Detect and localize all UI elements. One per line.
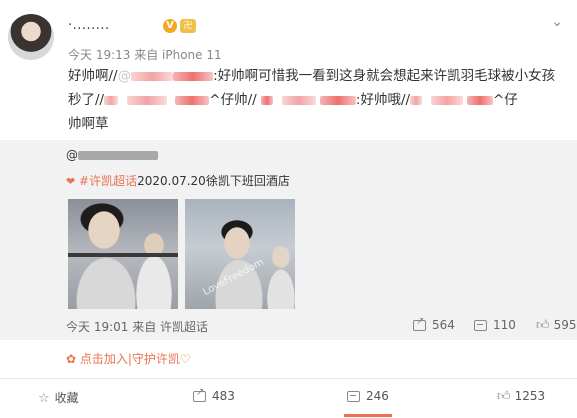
text-seg-2: :好帅啊可惜我一看到这身就会想起来许凯羽毛球被小女孩 <box>213 68 556 84</box>
comment-icon <box>347 391 360 402</box>
share-icon <box>413 316 426 331</box>
topic-tag-link[interactable]: #许凯超话 <box>79 174 137 188</box>
redacted-mask <box>173 71 214 81</box>
share-button[interactable]: 483 <box>193 387 235 403</box>
text-seg-1: 好帅啊// <box>68 68 118 84</box>
text-seg-3: 秒了// <box>68 92 105 108</box>
repost-comment-button[interactable]: 110 <box>474 318 516 332</box>
redacted-username <box>78 151 158 160</box>
post-meta: 今天 19:13 来自 iPhone 11 <box>68 48 222 62</box>
text-seg-7: 帅啊草 <box>68 116 109 132</box>
redacted-mask <box>410 95 423 105</box>
star-icon: ☆ <box>38 391 50 406</box>
flower-icon: ✿ <box>66 352 77 366</box>
level-badge-icon: 卍 <box>180 19 196 33</box>
username[interactable]: ·........ <box>68 18 110 33</box>
redacted-mask <box>261 95 274 105</box>
repost-like-count: 595 <box>553 318 577 332</box>
comment-button[interactable]: 246 <box>347 389 389 403</box>
repost-text: ❤ #许凯超话2020.07.20徐凯下班回酒店 <box>66 172 290 189</box>
comment-count: 246 <box>366 389 389 403</box>
comment-icon <box>474 320 487 331</box>
repost-like-button[interactable]: 👍︎ 595 <box>536 318 577 333</box>
photo-1[interactable] <box>68 199 178 309</box>
like-button[interactable]: 👍︎ 1253 <box>497 389 545 404</box>
favorite-label: 收藏 <box>54 391 79 405</box>
at-prefix: @ <box>66 148 78 162</box>
repost-text-body: 2020.07.20徐凯下班回酒店 <box>137 174 290 188</box>
redacted-mask <box>175 95 210 105</box>
repost-comment-count: 110 <box>493 318 516 332</box>
redacted-mask <box>104 95 119 105</box>
redacted-mask <box>466 95 493 105</box>
username-masked: ·........ <box>68 18 110 33</box>
thumbs-up-icon: 👍︎ <box>497 389 511 404</box>
original-author[interactable]: @ <box>66 148 158 162</box>
favorite-button[interactable]: ☆ 收藏 <box>38 389 79 406</box>
repost-meta: 今天 19:01 来自 许凯超话 <box>66 320 209 334</box>
redacted-mask <box>131 71 174 81</box>
redacted-mask <box>319 95 356 105</box>
text-seg-6: ^仔 <box>492 92 518 108</box>
text-seg-5: :好帅哦// <box>355 92 411 108</box>
share-count: 483 <box>212 389 235 403</box>
repost-share-count: 564 <box>432 318 455 332</box>
redacted-mask <box>281 95 316 105</box>
redacted-mask <box>430 95 463 105</box>
mention-masked-1[interactable]: @ <box>118 68 132 84</box>
post-text: 好帅啊//@ :好帅啊可惜我一看到这身就会想起来许凯羽毛球被小女孩 秒了// ^仔… <box>68 64 573 136</box>
like-count: 1253 <box>514 389 546 403</box>
redacted-mask <box>126 95 167 105</box>
chevron-down-icon[interactable]: ⌄ <box>551 14 563 30</box>
photo-2[interactable] <box>185 199 295 309</box>
thumbs-up-icon: 👍︎ <box>536 318 550 333</box>
verified-v-icon: V <box>163 19 177 33</box>
avatar[interactable] <box>8 14 54 60</box>
join-supertopic-label: 点击加入|守护许凯♡ <box>79 352 191 366</box>
text-seg-4: ^仔帅// <box>209 92 257 108</box>
repost-share-button[interactable]: 564 <box>413 316 455 332</box>
share-icon <box>193 387 206 402</box>
action-bar <box>0 378 577 418</box>
join-supertopic-link[interactable]: ✿ 点击加入|守护许凯♡ <box>66 350 191 367</box>
heart-icon: ❤ <box>66 175 76 188</box>
